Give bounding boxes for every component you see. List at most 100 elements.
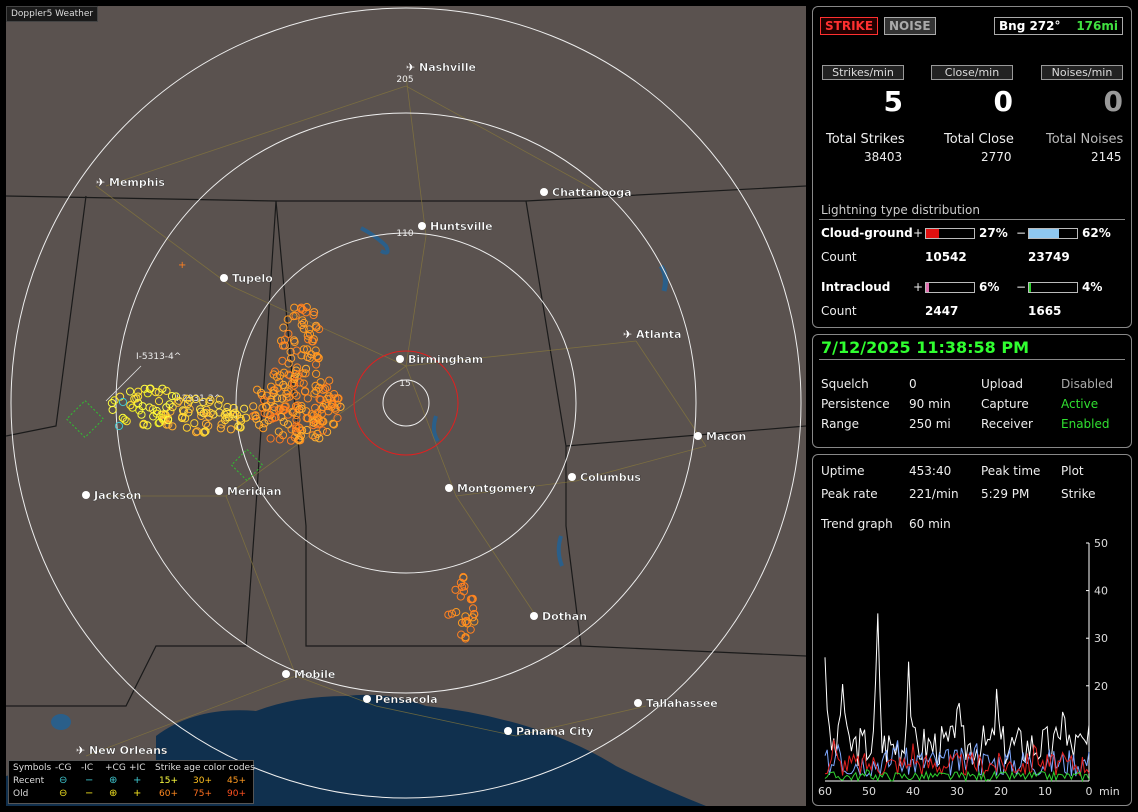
- receiver-label: Receiver: [981, 417, 1033, 431]
- city-label: Dothan: [542, 610, 587, 623]
- city-label: New Orleans: [89, 744, 168, 757]
- city-label: Huntsville: [430, 220, 493, 233]
- city-memphis: ✈ Memphis: [96, 176, 165, 189]
- strikes-per-min-header[interactable]: Strikes/min: [822, 65, 904, 80]
- peak-rate-value: 221/min: [909, 487, 959, 501]
- strike-mark: [278, 356, 287, 365]
- strike-mark: [287, 425, 296, 434]
- lightning-map[interactable]: 205 110 15 ✈ Nashville ✈ Memphis Chattanooga Hun…: [6, 6, 806, 806]
- strike-button[interactable]: STRIKE: [820, 17, 879, 35]
- trend-panel: Uptime 453:40 Peak time Plot Peak rate 2…: [812, 454, 1132, 806]
- strike-mark: [318, 426, 327, 435]
- y-tick-label-40: 40: [1094, 585, 1108, 598]
- noise-button[interactable]: NOISE: [884, 17, 936, 35]
- peak-time-value: 5:29 PM: [981, 487, 1030, 501]
- symbol-legend: Symbols -CG -IC +CG +IC Strike age color…: [8, 760, 255, 804]
- trend-value: 60 min: [909, 517, 951, 531]
- storm-label: I-5313-4^: [136, 352, 181, 362]
- airport-icon: ✈: [623, 328, 632, 341]
- total-strikes: 38403: [864, 150, 903, 164]
- x-unit-label: min: [1099, 785, 1120, 798]
- city-dot-icon: [540, 188, 548, 196]
- ic-minus: −: [1016, 280, 1027, 294]
- city-label: Jackson: [93, 489, 141, 502]
- noises-per-min-header[interactable]: Noises/min: [1041, 65, 1123, 80]
- cg-neg-bar: [1028, 228, 1078, 239]
- city-panama-city: Panama City: [504, 725, 594, 738]
- range-label: Range: [821, 417, 860, 431]
- state-border: [6, 645, 176, 707]
- recent-pos-cg-icon: ⊕: [109, 775, 118, 786]
- city-dot-icon: [530, 612, 538, 620]
- receiver-value: Enabled: [1061, 417, 1110, 431]
- close-per-min-header[interactable]: Close/min: [931, 65, 1013, 80]
- range-label-110: 110: [396, 229, 413, 239]
- series-blue: [824, 740, 1090, 777]
- city-dothan: Dothan: [530, 610, 587, 623]
- city-dot-icon: [504, 727, 512, 735]
- map-canvas[interactable]: 205 110 15 ✈ Nashville ✈ Memphis Chattanooga Hun…: [6, 6, 806, 806]
- strike-mark: [249, 402, 258, 411]
- strike-mark: [470, 617, 479, 626]
- cg-pos-pct: 27%: [979, 226, 1008, 240]
- city-macon: Macon: [694, 430, 746, 443]
- cg-count-label: Count: [821, 250, 857, 264]
- legend-col-1: -IC: [81, 763, 94, 773]
- city-label: Panama City: [516, 725, 593, 738]
- squelch-value: 0: [909, 377, 917, 391]
- city-columbus: Columbus: [568, 471, 642, 484]
- upload-value: Disabled: [1061, 377, 1114, 391]
- x-tick-label-0: 0: [1086, 785, 1093, 798]
- lake: [431, 415, 440, 443]
- city-label: Birmingham: [408, 353, 483, 366]
- city-huntsville: Huntsville: [418, 220, 493, 233]
- trend-graph: 50 40 30 20 60 50 40 30 20 10 0 min: [818, 537, 1120, 798]
- city-dot-icon: [445, 484, 453, 492]
- strike-mark: [266, 434, 275, 443]
- y-tick-label-20: 20: [1094, 680, 1108, 693]
- squelch-label: Squelch: [821, 377, 869, 391]
- city-dot-icon: [220, 274, 228, 282]
- range-value: 250 mi: [909, 417, 951, 431]
- legend-symbols-label: Symbols: [13, 763, 52, 773]
- total-noises-label: Total Noises: [1046, 132, 1124, 147]
- peak-time-label: Peak time: [981, 464, 1041, 478]
- plot-value[interactable]: Strike: [1061, 487, 1096, 501]
- cg-pos-bar: [925, 228, 975, 239]
- strike-mark: [154, 397, 164, 406]
- x-tick-label-30: 30: [950, 785, 964, 798]
- legend-recent: Recent: [13, 776, 45, 786]
- city-jackson: Jackson: [82, 489, 141, 502]
- city-label: Mobile: [294, 668, 335, 681]
- trend-label: Trend graph: [821, 517, 893, 531]
- city-mobile: Mobile: [282, 668, 336, 681]
- city-dot-icon: [215, 487, 223, 495]
- age-code-30: 30+: [193, 776, 212, 786]
- road: [405, 75, 427, 367]
- noises-per-min: 0: [1103, 85, 1123, 118]
- ic-pos-count: 2447: [925, 304, 959, 318]
- total-strikes-label: Total Strikes: [826, 132, 905, 147]
- state-border: [525, 200, 582, 647]
- old-pos-ic-icon: +: [133, 788, 142, 799]
- counts-panel: STRIKE NOISE Bng 272° 176mi Strikes/min …: [812, 6, 1132, 328]
- total-close-label: Total Close: [944, 132, 1014, 147]
- peak-rate-label: Peak rate: [821, 487, 878, 501]
- strike-mark: [120, 415, 129, 424]
- age-code-75: 75+: [193, 789, 212, 799]
- cg-pos-fill: [926, 229, 939, 238]
- strike-mark: [312, 369, 321, 378]
- airport-icon: ✈: [76, 744, 85, 757]
- lake: [556, 535, 564, 567]
- city-dot-icon: [634, 699, 642, 707]
- distance-value: 176mi: [1076, 19, 1118, 33]
- app-window: 205 110 15 ✈ Nashville ✈ Memphis Chattanooga Hun…: [0, 0, 1138, 812]
- airport-icon: ✈: [406, 61, 415, 74]
- persistence-value: 90 min: [909, 397, 951, 411]
- cg-plus: +: [913, 226, 924, 240]
- strike-mark: [126, 387, 135, 396]
- city-dot-icon: [568, 473, 576, 481]
- strike-mark: [190, 419, 199, 428]
- city-tallahassee: Tallahassee: [634, 697, 718, 710]
- range-label-15: 15: [399, 379, 410, 389]
